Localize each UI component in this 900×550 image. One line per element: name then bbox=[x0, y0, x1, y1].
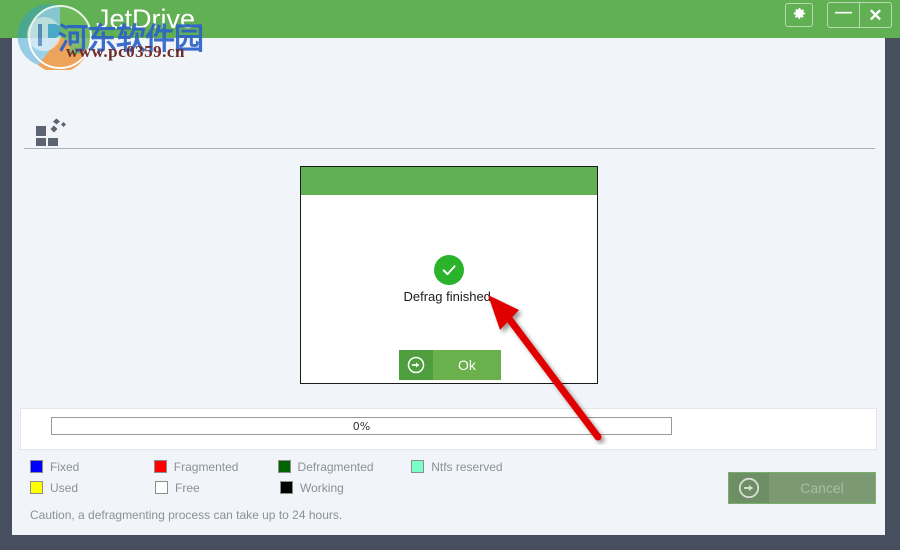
progress-percent-label: 0% bbox=[352, 419, 371, 433]
swatch-used bbox=[30, 481, 43, 494]
swatch-ntfs-reserved bbox=[411, 460, 425, 473]
window-controls: — ✕ bbox=[785, 2, 892, 28]
legend-item-fixed: Fixed bbox=[30, 460, 154, 474]
min-close-group: — ✕ bbox=[827, 2, 892, 28]
minimize-icon: — bbox=[835, 2, 852, 21]
swatch-fixed bbox=[30, 460, 43, 473]
legend-item-used: Used bbox=[30, 481, 155, 495]
ok-button-label: Ok bbox=[433, 350, 501, 380]
swatch-working bbox=[280, 481, 293, 494]
legend-item-free: Free bbox=[155, 481, 280, 495]
close-icon: ✕ bbox=[868, 5, 883, 25]
legend-label-working: Working bbox=[300, 480, 344, 495]
dialog-body: Defrag finished. Ok bbox=[301, 195, 597, 383]
main-panel: Defrag finished. Ok 0% Fixed Fragmented … bbox=[12, 38, 885, 535]
arrow-right-circle-icon bbox=[729, 473, 769, 503]
arrow-right-circle-icon bbox=[399, 350, 433, 380]
swatch-free bbox=[155, 481, 168, 494]
check-circle-icon bbox=[434, 255, 464, 285]
cancel-button-label: Cancel bbox=[800, 480, 844, 496]
legend-label-used: Used bbox=[50, 480, 79, 495]
dialog-message: Defrag finished. bbox=[403, 289, 495, 304]
legend-item-fragmented: Fragmented bbox=[153, 459, 278, 474]
close-button[interactable]: ✕ bbox=[859, 3, 891, 27]
progress-panel: 0% bbox=[20, 408, 877, 450]
swatch-fragmented bbox=[153, 460, 167, 473]
caution-text: Caution, a defragmenting process can tak… bbox=[30, 508, 343, 522]
legend-label-ntfs-reserved: Ntfs reserved bbox=[431, 459, 503, 474]
title-bar: JetDrive — ✕ bbox=[0, 0, 900, 38]
legend-label-defragmented: Defragmented bbox=[297, 459, 374, 474]
legend-item-working: Working bbox=[280, 481, 415, 495]
legend-label-fixed: Fixed bbox=[50, 459, 80, 474]
legend-label-free: Free bbox=[175, 480, 200, 495]
defrag-blocks-icon[interactable] bbox=[35, 118, 69, 146]
legend-row: Used Free Working bbox=[30, 477, 530, 498]
application-window: JetDrive — ✕ Defrag finished. Ok 0% Fixe… bbox=[0, 0, 900, 550]
toolbar-divider bbox=[24, 148, 875, 149]
gear-icon bbox=[792, 6, 807, 24]
cancel-button[interactable]: Cancel bbox=[728, 472, 876, 504]
toolbar bbox=[12, 38, 885, 149]
swatch-defragmented bbox=[277, 460, 291, 473]
minimize-button[interactable]: — bbox=[828, 3, 859, 27]
defrag-progress-bar: 0% bbox=[51, 417, 672, 435]
legend-label-fragmented: Fragmented bbox=[173, 459, 239, 474]
legend-row: Fixed Fragmented Defragmented Ntfs reser… bbox=[30, 456, 530, 477]
dialog-title-bar bbox=[301, 167, 597, 195]
block-legend: Fixed Fragmented Defragmented Ntfs reser… bbox=[30, 456, 530, 498]
settings-button[interactable] bbox=[785, 3, 813, 27]
defrag-finished-dialog: Defrag finished. Ok bbox=[300, 166, 598, 384]
legend-item-defragmented: Defragmented bbox=[277, 459, 412, 474]
ok-button[interactable]: Ok bbox=[399, 350, 501, 380]
legend-item-ntfs-reserved: Ntfs reserved bbox=[411, 460, 530, 474]
app-title: JetDrive bbox=[96, 4, 196, 34]
